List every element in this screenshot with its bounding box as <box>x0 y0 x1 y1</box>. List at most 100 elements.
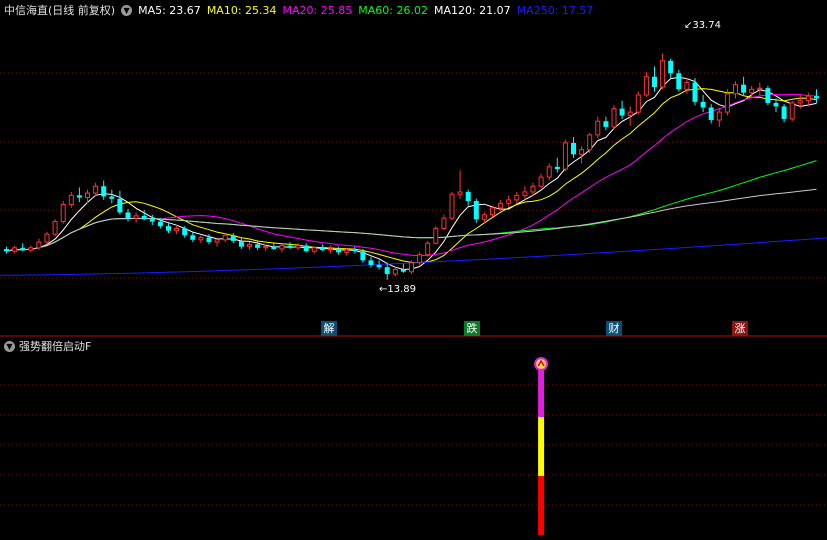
candle-body <box>85 192 90 199</box>
chevron-down-icon[interactable]: ▼ <box>121 4 133 16</box>
candle-body <box>587 134 593 151</box>
candlestick <box>684 77 690 94</box>
candle-body <box>473 201 479 220</box>
candlestick <box>368 256 374 268</box>
candle-body <box>182 228 188 236</box>
candle-body <box>214 239 220 243</box>
candlestick <box>441 214 447 231</box>
candlestick <box>101 180 107 200</box>
candle-body <box>643 76 649 96</box>
candle-body <box>676 73 682 90</box>
candlestick <box>457 170 463 199</box>
candle-body <box>514 194 520 201</box>
signal-bar-bottom <box>538 476 545 535</box>
candle-body <box>562 142 568 170</box>
candlestick <box>376 260 382 270</box>
candlestick <box>692 77 698 106</box>
candle-body <box>319 247 325 251</box>
candle-body <box>190 235 196 240</box>
candlestick <box>174 224 180 235</box>
low-price-annotation: ←13.89 <box>379 284 416 295</box>
candle-body <box>741 84 747 93</box>
candlestick <box>417 252 423 265</box>
candle-body <box>538 176 544 187</box>
candlestick <box>789 100 795 122</box>
event-marker-jie[interactable]: 解 <box>321 321 337 336</box>
candlestick <box>433 226 439 245</box>
candlestick <box>12 245 18 254</box>
candle-body <box>133 215 139 219</box>
candlestick <box>400 263 406 273</box>
candle-body <box>425 242 431 256</box>
candle-body <box>603 121 609 127</box>
high-price-label: 33.74 <box>692 20 722 31</box>
ma5-legend: MA5: 23.67 <box>138 3 201 17</box>
candle-body <box>627 111 633 117</box>
candlestick <box>733 81 738 99</box>
candlestick <box>708 104 714 124</box>
candle-body <box>571 142 576 155</box>
signal-bar-middle <box>538 417 545 476</box>
candlestick <box>554 157 560 173</box>
candle-body <box>757 87 763 90</box>
candle-body <box>773 102 779 107</box>
main-chart[interactable] <box>0 0 827 540</box>
candle-body <box>797 100 803 104</box>
ma20-legend: MA20: 25.85 <box>282 3 353 17</box>
candle-body <box>668 60 674 74</box>
candlestick <box>109 189 115 204</box>
candle-body <box>4 248 9 252</box>
candle-body <box>724 93 730 113</box>
event-marker-cai[interactable]: 财 <box>606 321 622 336</box>
candlesticks <box>4 53 819 280</box>
candle-body <box>554 166 560 170</box>
candle-body <box>222 234 228 241</box>
candle-body <box>506 199 512 204</box>
candle-body <box>109 196 115 199</box>
candlestick <box>409 260 414 275</box>
candlestick <box>384 262 390 280</box>
candle-body <box>660 60 666 88</box>
candle-body <box>789 102 795 120</box>
low-price-label: 13.89 <box>387 284 417 295</box>
event-marker-die[interactable]: 跌 <box>464 321 480 336</box>
candle-body <box>68 194 74 205</box>
candlestick <box>68 191 74 208</box>
candle-body <box>498 202 504 209</box>
candle-body <box>238 240 244 247</box>
candlestick <box>279 244 285 253</box>
candle-body <box>141 215 147 220</box>
candle-body <box>263 246 269 249</box>
candle-body <box>384 267 390 275</box>
candlestick <box>514 191 520 204</box>
candle-body <box>44 233 50 243</box>
candle-body <box>392 268 398 275</box>
candlestick <box>93 182 99 197</box>
candle-body <box>765 88 771 103</box>
candle-body <box>247 243 252 248</box>
candlestick <box>506 195 512 207</box>
candle-body <box>93 185 99 194</box>
candlestick <box>52 219 58 237</box>
candlestick <box>757 82 763 95</box>
candlestick <box>328 245 333 254</box>
candle-body <box>255 244 261 248</box>
chevron-down-icon[interactable]: ▼ <box>4 340 15 352</box>
candle-body <box>287 245 293 248</box>
candlestick <box>619 100 625 119</box>
event-marker-zhang[interactable]: 涨 <box>732 321 748 336</box>
candlestick <box>392 267 398 277</box>
candle-body <box>417 254 423 264</box>
candlestick <box>311 246 317 254</box>
ma10-legend: MA10: 25.34 <box>206 3 277 17</box>
candlestick <box>611 105 617 130</box>
candlestick <box>765 85 771 106</box>
candle-body <box>805 95 811 102</box>
candlestick <box>125 209 131 222</box>
candlestick <box>425 240 431 257</box>
candlestick <box>28 245 34 253</box>
candlestick <box>546 163 552 181</box>
candle-body <box>700 101 706 108</box>
ma5-line <box>6 76 817 271</box>
candlestick <box>198 235 204 244</box>
